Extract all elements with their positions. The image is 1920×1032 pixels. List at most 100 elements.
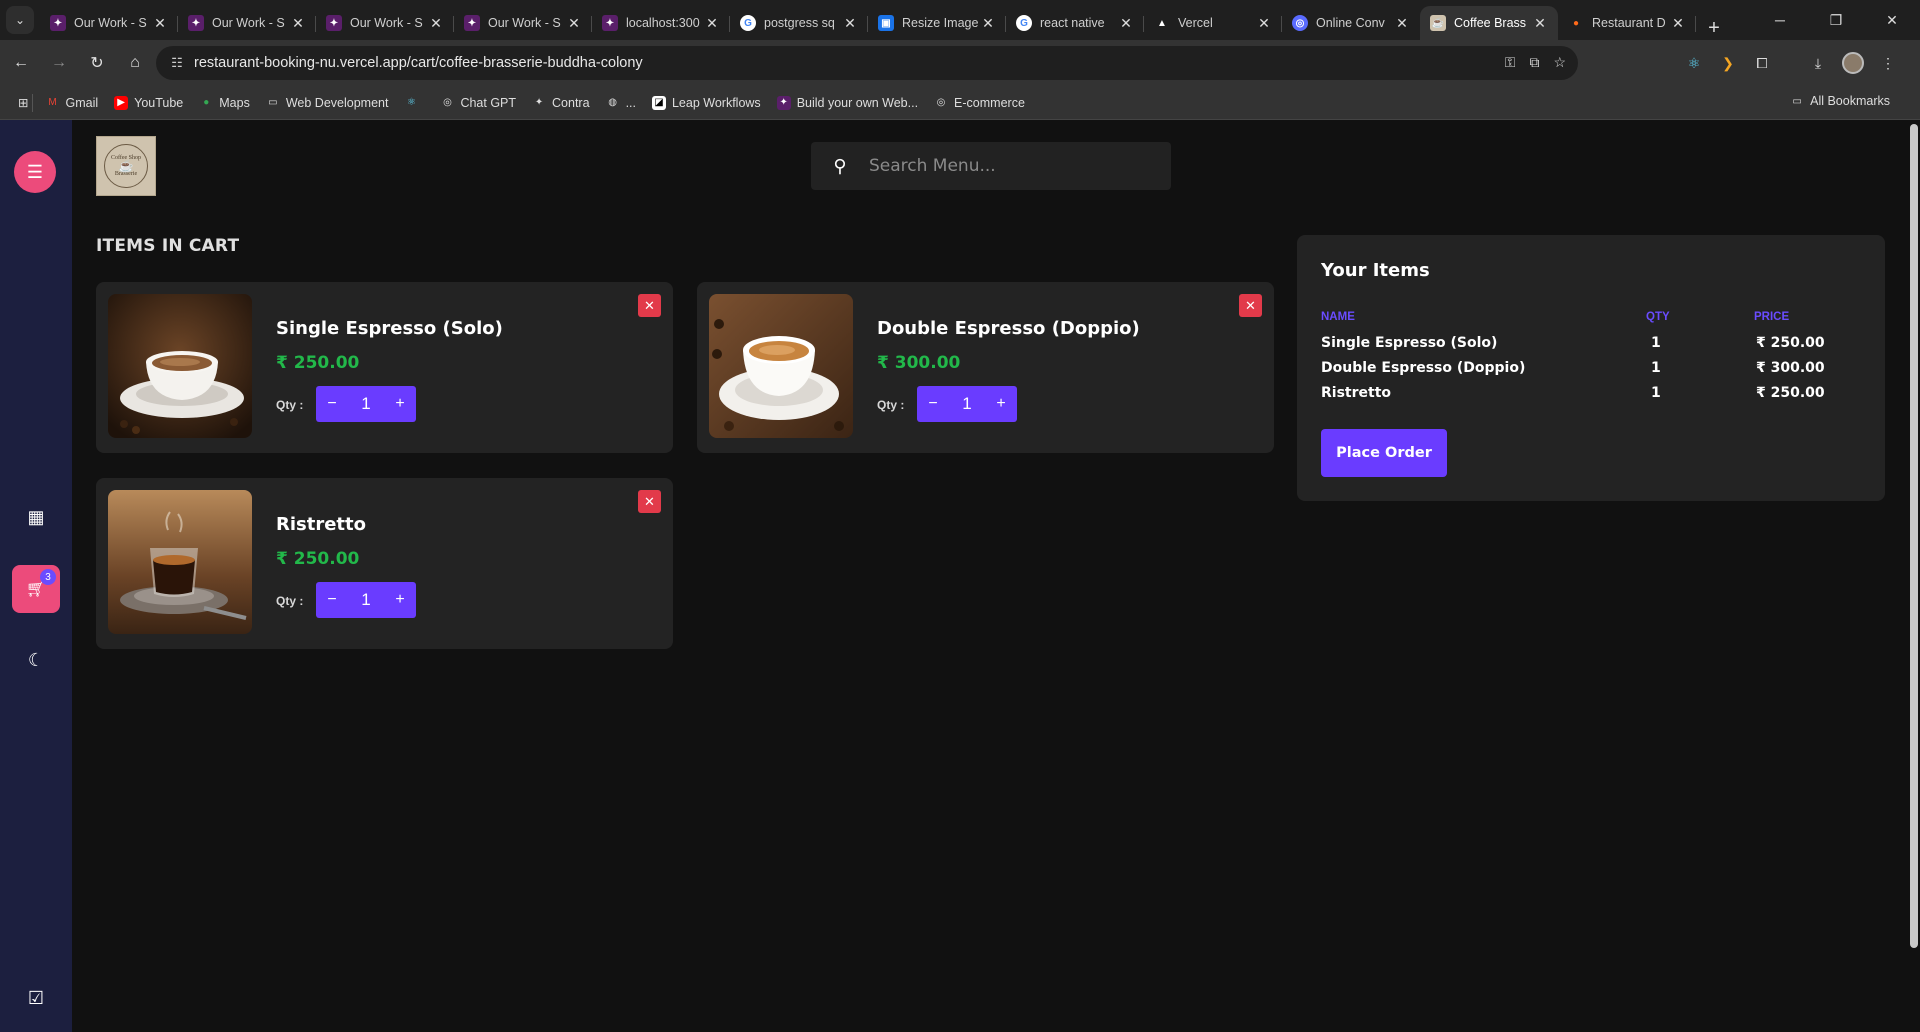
decrement-button[interactable]: −: [917, 395, 949, 413]
more-menu-icon[interactable]: ⋮: [1878, 53, 1898, 73]
converter-icon: ◎: [1292, 15, 1308, 31]
address-bar[interactable]: ☷ restaurant-booking-nu.vercel.app/cart/…: [156, 46, 1578, 80]
coffee-cup-icon: ☕: [118, 159, 134, 173]
bookmark-leap-workflows[interactable]: ◪ Leap Workflows: [651, 95, 761, 110]
cart-button[interactable]: 🛒︎ 3: [12, 565, 60, 613]
browser-tab[interactable]: ✦ Our Work - S ✕: [316, 6, 454, 40]
password-key-icon[interactable]: ⚿: [1505, 54, 1516, 71]
logo-text-bottom: Brasserie: [114, 171, 138, 177]
browser-tab[interactable]: ✦ localhost:300 ✕: [592, 6, 730, 40]
close-tab-icon[interactable]: ✕: [1670, 15, 1686, 32]
close-tab-icon[interactable]: ✕: [1532, 15, 1548, 32]
restore-icon[interactable]: ❐: [1808, 0, 1864, 40]
bookmark-label: YouTube: [134, 95, 184, 110]
gmail-icon: M: [48, 97, 57, 108]
close-tab-icon[interactable]: ✕: [842, 15, 858, 32]
restaurant-logo[interactable]: Coffee Shop ☕ Brasserie: [96, 136, 156, 196]
flame-icon: ●: [1572, 17, 1580, 29]
site-favicon-icon: ✦: [776, 95, 791, 110]
decrement-button[interactable]: −: [316, 591, 348, 609]
apps-grid-icon[interactable]: ⊞: [18, 95, 28, 110]
bookmark-maps[interactable]: ● Maps: [199, 96, 250, 110]
summary-row-qty: 1: [1651, 385, 1661, 401]
place-order-button[interactable]: Place Order: [1321, 429, 1447, 477]
browser-tab[interactable]: ● Restaurant D ✕: [1558, 6, 1696, 40]
quantity-value: 1: [361, 590, 371, 609]
tab-title: Our Work - S: [350, 16, 423, 30]
close-tab-icon[interactable]: ✕: [1394, 15, 1410, 32]
close-tab-icon[interactable]: ✕: [704, 15, 720, 32]
remove-item-button[interactable]: ✕: [1239, 294, 1262, 317]
qty-label: Qty :: [877, 398, 905, 412]
site-info-icon[interactable]: ☷: [160, 55, 194, 71]
product-image: [108, 490, 252, 634]
close-tab-icon[interactable]: ✕: [1118, 15, 1134, 32]
bookmark-chatgpt[interactable]: ◎ Chat GPT: [440, 96, 516, 110]
page-scrollbar[interactable]: [1910, 124, 1918, 948]
remove-item-button[interactable]: ✕: [638, 490, 661, 513]
forward-arrow-icon[interactable]: →: [42, 46, 76, 80]
tab-title: Resize Image: [902, 16, 979, 30]
browser-tab[interactable]: ◎ Online Conv ✕: [1282, 6, 1420, 40]
bookmark-react[interactable]: ⚛: [404, 96, 424, 110]
bookmark-youtube[interactable]: ▶ YouTube: [114, 95, 184, 110]
dashboard-grid-icon[interactable]: ▦: [24, 505, 48, 529]
url-text[interactable]: restaurant-booking-nu.vercel.app/cart/co…: [194, 55, 643, 71]
tab-title: Our Work - S: [74, 16, 147, 30]
all-bookmarks[interactable]: ▭ All Bookmarks: [1790, 94, 1890, 108]
bookmark-web-development[interactable]: ▭ Web Development: [266, 95, 389, 110]
bookmark-ecommerce[interactable]: ◎ E-commerce: [934, 96, 1025, 110]
back-arrow-icon[interactable]: ←: [4, 46, 38, 80]
increment-button[interactable]: +: [384, 591, 416, 609]
new-tab-plus-icon[interactable]: +: [1700, 17, 1728, 40]
bookmark-label: Gmail: [65, 95, 99, 110]
browser-tab-active[interactable]: ☕ Coffee Brass ✕: [1420, 6, 1558, 40]
extensions-puzzle-icon[interactable]: ⧠: [1752, 53, 1772, 73]
react-devtools-icon[interactable]: ⚛: [1684, 53, 1704, 73]
product-name: Ristretto: [276, 514, 367, 535]
reload-icon[interactable]: ↻: [80, 46, 114, 80]
search-input[interactable]: [869, 156, 1149, 176]
checklist-icon[interactable]: ☑: [24, 986, 48, 1010]
google-icon: G: [1016, 15, 1032, 31]
close-tab-icon[interactable]: ✕: [1256, 15, 1272, 32]
bookmark-globe[interactable]: ◍...: [606, 96, 636, 110]
bookmarks-bar: ⊞ M Gmail ▶ YouTube ● Maps ▭ Web Development…: [0, 86, 1920, 120]
app-page: ☰ ▦ 🛒︎ 3 ☾ ☑ Coffee Shop ☕ Brasserie ⚲ I…: [0, 120, 1920, 1032]
browser-tab[interactable]: Gpostgress sq ✕: [730, 6, 868, 40]
bookmark-gmail[interactable]: M Gmail: [45, 96, 98, 110]
browser-tab[interactable]: ✦ Our Work - S ✕: [178, 6, 316, 40]
search-icon[interactable]: ⚲: [811, 156, 869, 177]
remove-item-button[interactable]: ✕: [638, 294, 661, 317]
minimize-icon[interactable]: ─: [1752, 0, 1808, 40]
browser-tab[interactable]: ▣ Resize Image ✕: [868, 6, 1006, 40]
close-tab-icon[interactable]: ✕: [152, 15, 168, 32]
close-window-icon[interactable]: ✕: [1864, 0, 1920, 40]
increment-button[interactable]: +: [985, 395, 1017, 413]
browser-tab[interactable]: ▲ Vercel ✕: [1144, 6, 1282, 40]
tab-title: Vercel: [1178, 16, 1213, 30]
download-icon[interactable]: ⤓: [1808, 53, 1828, 73]
close-tab-icon[interactable]: ✕: [980, 15, 996, 32]
leap-icon: ◪: [651, 95, 666, 110]
bookmark-build-web[interactable]: ✦ Build your own Web...: [776, 95, 918, 110]
bookmark-contra[interactable]: ✦ Contra: [532, 96, 590, 110]
browser-tab[interactable]: ✦ Our Work - S ✕: [40, 6, 178, 40]
close-tab-icon[interactable]: ✕: [290, 15, 306, 32]
close-tab-icon[interactable]: ✕: [566, 15, 582, 32]
increment-button[interactable]: +: [384, 395, 416, 413]
search-bar[interactable]: ⚲: [811, 142, 1171, 190]
home-icon[interactable]: ⌂: [118, 46, 152, 80]
tab-search-chevron-icon[interactable]: ⌄: [6, 6, 34, 34]
browser-tab[interactable]: Greact native ✕: [1006, 6, 1144, 40]
close-tab-icon[interactable]: ✕: [428, 15, 444, 32]
profile-avatar[interactable]: [1842, 52, 1864, 74]
browser-tab[interactable]: ✦ Our Work - S ✕: [454, 6, 592, 40]
extension-orange-icon[interactable]: ❯: [1718, 53, 1738, 73]
install-app-icon[interactable]: ⧉: [1529, 54, 1539, 71]
bookmark-star-icon[interactable]: ☆: [1553, 54, 1566, 71]
dark-mode-moon-icon[interactable]: ☾: [24, 648, 48, 672]
bookmark-label: Web Development: [285, 95, 389, 110]
menu-toggle-icon[interactable]: ☰: [14, 151, 56, 193]
decrement-button[interactable]: −: [316, 395, 348, 413]
